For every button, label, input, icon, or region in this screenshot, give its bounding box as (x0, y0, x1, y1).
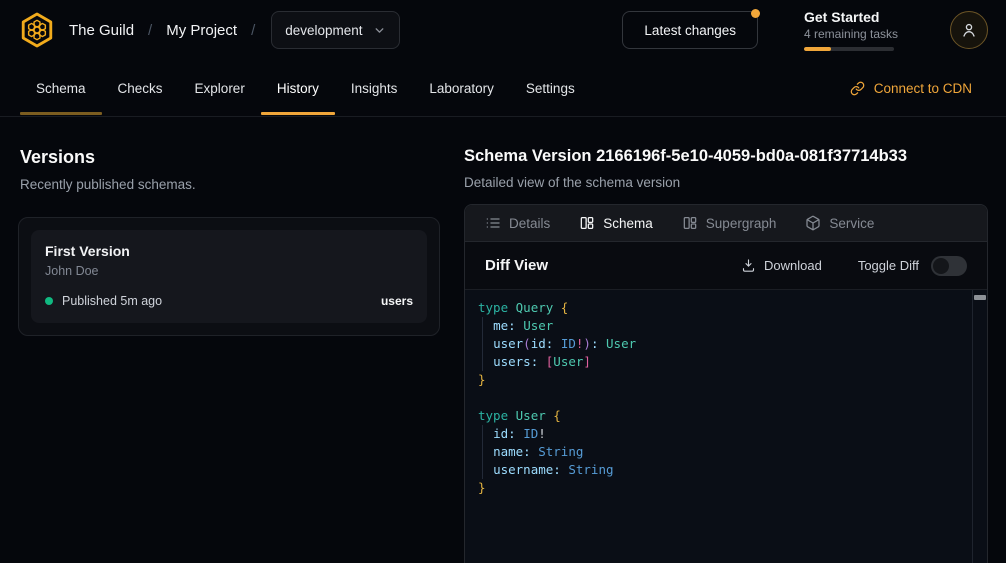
code-line: id: ID! (478, 425, 969, 443)
chevron-down-icon (373, 24, 386, 37)
breadcrumb-separator: / (148, 22, 152, 39)
nav-tab-label: Explorer (195, 81, 245, 96)
main-content: Versions Recently published schemas. Fir… (0, 117, 1006, 563)
schema-code-viewer[interactable]: type Query { me: User user(id: ID!): Use… (465, 290, 987, 563)
version-status-row: Published 5m ago users (45, 294, 413, 308)
version-detail-card: Details Schema Supergraph Service Diff View… (464, 204, 988, 563)
download-button[interactable]: Download (741, 258, 822, 273)
connect-cdn-label: Connect to CDN (874, 81, 972, 96)
get-started-subtitle: 4 remaining tasks (804, 27, 900, 41)
version-detail-subtitle: Detailed view of the schema version (464, 175, 988, 190)
code-line: } (478, 371, 969, 389)
nav-tab-label: Settings (526, 81, 575, 96)
nav-tab-schema[interactable]: Schema (20, 60, 102, 116)
cube-icon (805, 215, 821, 231)
code-line: type Query { (478, 299, 969, 317)
breadcrumb-separator: / (251, 22, 255, 39)
list-icon (485, 215, 501, 231)
code-lines: type Query { me: User user(id: ID!): Use… (478, 299, 969, 497)
diff-view-header: Diff View Download Toggle Diff (465, 242, 987, 290)
detail-tab-service[interactable]: Service (805, 215, 874, 231)
versions-card: First Version John Doe Published 5m ago … (18, 217, 440, 336)
detail-tab-bar: Details Schema Supergraph Service (465, 205, 987, 242)
notification-dot-icon (751, 9, 760, 18)
get-started-title: Get Started (804, 9, 900, 25)
nav-tab-label: History (277, 81, 319, 96)
version-status-text: Published 5m ago (62, 294, 162, 308)
top-header: The Guild / My Project / development Lat… (0, 0, 1006, 60)
detail-tab-label: Service (829, 216, 874, 231)
published-status-dot-icon (45, 297, 53, 305)
detail-tab-details[interactable]: Details (485, 215, 550, 231)
detail-tab-schema[interactable]: Schema (579, 215, 653, 231)
code-line (478, 389, 969, 407)
breadcrumb: The Guild / My Project / (69, 22, 255, 39)
code-line: } (478, 479, 969, 497)
code-scrollbar-thumb[interactable] (974, 295, 986, 300)
diff-view-actions: Download Toggle Diff (741, 256, 967, 276)
code-line: name: String (478, 443, 969, 461)
toggle-diff-label: Toggle Diff (858, 258, 919, 273)
version-name: First Version (45, 243, 413, 259)
hive-logo-icon[interactable] (18, 11, 56, 49)
nav-tab-label: Insights (351, 81, 398, 96)
nav-tab-checks[interactable]: Checks (102, 60, 179, 116)
nav-tab-history[interactable]: History (261, 60, 335, 116)
code-line: me: User (478, 317, 969, 335)
columns-icon (682, 215, 698, 231)
diff-view-title: Diff View (485, 257, 548, 274)
user-avatar[interactable] (950, 11, 988, 49)
nav-tab-label: Checks (118, 81, 163, 96)
target-select-value: development (285, 23, 362, 38)
code-line: users: [User] (478, 353, 969, 371)
target-select[interactable]: development (271, 11, 399, 49)
version-author: John Doe (45, 264, 413, 278)
nav-tab-explorer[interactable]: Explorer (179, 60, 261, 116)
code-scrollbar[interactable] (972, 290, 987, 563)
breadcrumb-project[interactable]: My Project (166, 22, 237, 39)
main-nav: Schema Checks Explorer History Insights Labor… (0, 60, 1006, 117)
version-detail-title: Schema Version 2166196f-5e10-4059-bd0a-0… (464, 147, 988, 166)
detail-tab-label: Supergraph (706, 216, 777, 231)
toggle-diff-switch[interactable] (931, 256, 967, 276)
versions-title: Versions (20, 147, 464, 168)
columns-icon (579, 215, 595, 231)
download-label: Download (764, 258, 822, 273)
download-icon (741, 258, 756, 273)
version-list-item[interactable]: First Version John Doe Published 5m ago … (31, 230, 427, 323)
nav-tab-label: Schema (36, 81, 86, 96)
person-icon (959, 20, 979, 40)
versions-subtitle: Recently published schemas. (20, 177, 464, 192)
toggle-knob (933, 258, 949, 274)
nav-tab-label: Laboratory (429, 81, 494, 96)
version-detail-panel: Schema Version 2166196f-5e10-4059-bd0a-0… (464, 117, 988, 563)
code-line: username: String (478, 461, 969, 479)
latest-changes-button[interactable]: Latest changes (622, 11, 758, 49)
get-started-progress-fill (804, 47, 831, 51)
detail-tab-label: Schema (603, 216, 653, 231)
code-line: type User { (478, 407, 969, 425)
version-service-badge: users (381, 294, 413, 308)
code-line: user(id: ID!): User (478, 335, 969, 353)
versions-panel: Versions Recently published schemas. Fir… (0, 117, 464, 563)
nav-tab-insights[interactable]: Insights (335, 60, 414, 116)
detail-tab-supergraph[interactable]: Supergraph (682, 215, 777, 231)
link-icon (850, 81, 865, 96)
breadcrumb-org[interactable]: The Guild (69, 22, 134, 39)
nav-tab-laboratory[interactable]: Laboratory (413, 60, 510, 116)
detail-tab-label: Details (509, 216, 550, 231)
main-nav-tabs: Schema Checks Explorer History Insights Labor… (20, 60, 591, 116)
nav-tab-settings[interactable]: Settings (510, 60, 591, 116)
connect-cdn-link[interactable]: Connect to CDN (850, 81, 972, 96)
get-started-progress-bar (804, 47, 894, 51)
app-root: The Guild / My Project / development Lat… (0, 0, 1006, 117)
latest-changes-label: Latest changes (644, 23, 736, 38)
get-started-widget[interactable]: Get Started 4 remaining tasks (804, 9, 900, 51)
